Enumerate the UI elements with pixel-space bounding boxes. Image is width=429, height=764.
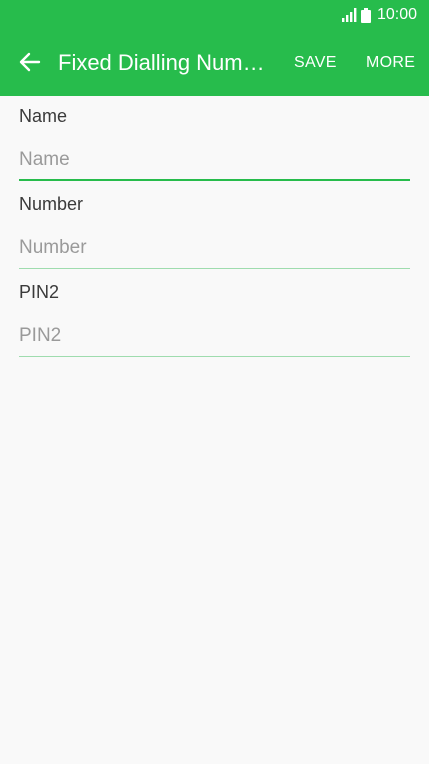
back-arrow-icon — [19, 52, 41, 72]
save-button[interactable]: SAVE — [294, 52, 337, 74]
signal-icon — [341, 8, 357, 22]
number-label: Number — [19, 194, 84, 214]
app-bar: 10:00 Fixed Dialling Numbers SAVE MORE — [0, 0, 429, 96]
toolbar: Fixed Dialling Numbers SAVE MORE — [0, 30, 429, 96]
name-label: Name — [19, 106, 68, 126]
battery-icon — [360, 7, 371, 23]
page-title: Fixed Dialling Numbers — [58, 50, 276, 75]
status-indicators: 10:00 — [341, 5, 417, 25]
status-time: 10:00 — [376, 6, 417, 23]
status-bar: 10:00 — [0, 0, 429, 30]
more-button[interactable]: MORE — [366, 52, 415, 74]
back-button[interactable] — [10, 42, 50, 82]
pin2-underline — [19, 356, 410, 357]
name-input[interactable] — [19, 144, 410, 176]
number-underline — [19, 268, 410, 269]
number-input[interactable] — [19, 232, 410, 264]
pin2-input[interactable] — [19, 320, 410, 352]
pin2-label: PIN2 — [19, 282, 60, 302]
name-underline — [19, 179, 410, 181]
